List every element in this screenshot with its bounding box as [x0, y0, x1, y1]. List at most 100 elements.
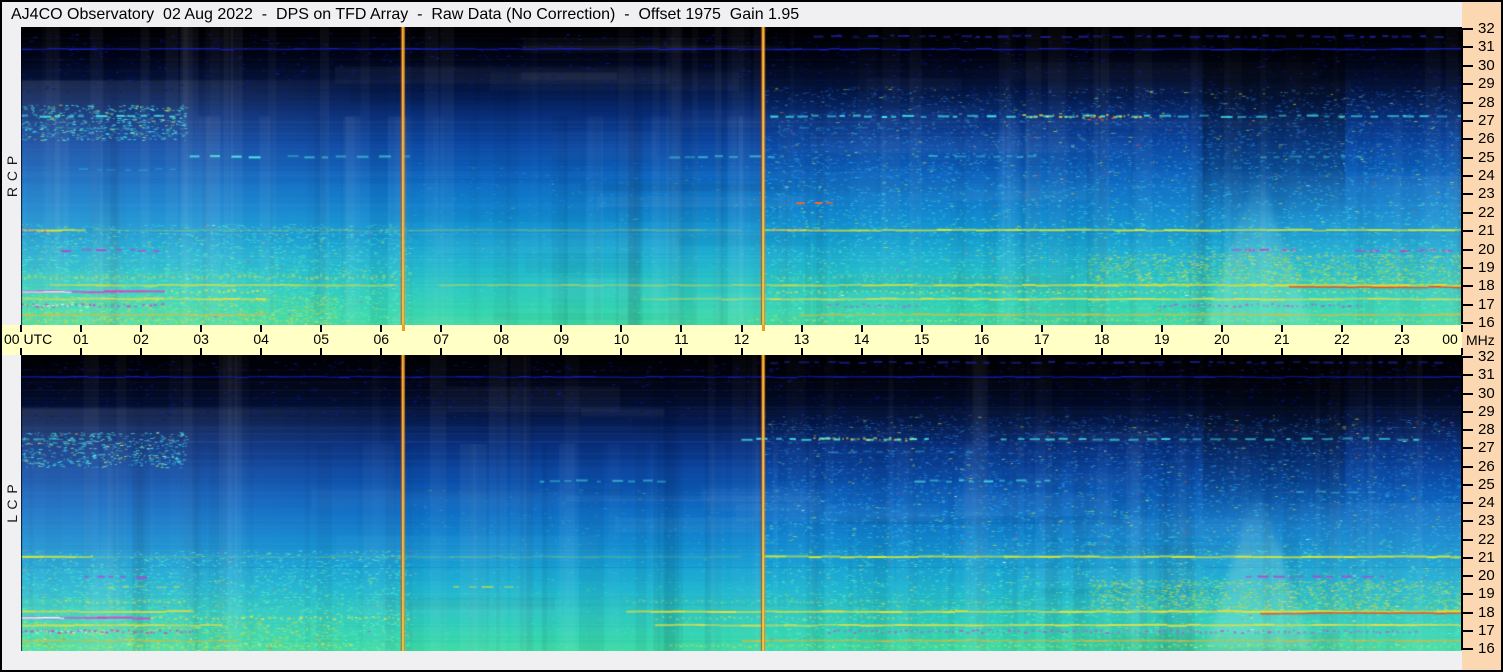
- lcp-panel-label: L C P: [4, 483, 20, 523]
- freq-tick: [1461, 322, 1473, 324]
- app-window: AJ4CO Observatory 02 Aug 2022 - DPS on T…: [0, 0, 1503, 672]
- time-tick-bottom: [860, 348, 863, 355]
- time-tick-label: 11: [674, 331, 689, 347]
- time-tick-bottom: [380, 348, 383, 355]
- rcp-spectrogram-canvas: [21, 27, 1462, 325]
- time-tick-label: 19: [1153, 331, 1170, 347]
- freq-tick: [1461, 538, 1473, 541]
- time-tick-label: 10: [613, 331, 630, 347]
- freq-tick: [1461, 211, 1473, 214]
- freq-tick-label: 30: [1478, 56, 1495, 74]
- freq-tick: [1461, 230, 1473, 233]
- time-tick-label: 00 UTC: [4, 331, 53, 347]
- time-tick-label: 08: [493, 331, 510, 347]
- time-tick-label: 13: [793, 331, 810, 347]
- time-tick-label: 16: [973, 331, 990, 347]
- time-tick-bottom: [1100, 348, 1103, 355]
- freq-tick: [1461, 119, 1473, 122]
- time-tick-label: 06: [373, 331, 390, 347]
- time-tick-bottom: [800, 348, 803, 355]
- freq-tick: [1461, 483, 1473, 486]
- freq-tick: [1461, 447, 1473, 450]
- freq-tick-label: 31: [1478, 38, 1495, 56]
- time-tick-bottom: [1160, 348, 1163, 355]
- freq-tick-label: 20: [1478, 567, 1495, 584]
- freq-tick: [1461, 193, 1473, 196]
- time-tick-bottom: [1040, 348, 1043, 355]
- time-tick-label: 22: [1334, 331, 1350, 347]
- freq-tick: [1461, 374, 1473, 377]
- freq-tick: [1461, 46, 1473, 49]
- event-time-mark: [401, 325, 405, 331]
- freq-tick-label: 22: [1478, 203, 1495, 221]
- time-tick-bottom: [1400, 348, 1403, 355]
- freq-tick-label: 24: [1478, 167, 1495, 184]
- freq-tick-label: 31: [1478, 366, 1495, 384]
- time-tick-label: 00: [1442, 331, 1458, 347]
- time-tick-bottom: [740, 348, 743, 355]
- time-axis-bar: [2, 325, 1462, 355]
- freq-tick-label: 25: [1478, 148, 1495, 166]
- freq-tick-label: 29: [1478, 402, 1495, 420]
- freq-tick-label: 30: [1478, 384, 1495, 402]
- time-tick-label: 09: [553, 331, 570, 347]
- freq-tick-label: 27: [1478, 111, 1495, 129]
- freq-tick: [1461, 410, 1473, 413]
- time-tick-bottom: [980, 348, 983, 355]
- freq-tick-label: 17: [1478, 295, 1495, 313]
- freq-tick-label: 32: [1478, 348, 1495, 365]
- freq-tick: [1461, 520, 1473, 523]
- freq-tick: [1461, 556, 1473, 559]
- freq-tick: [1461, 502, 1473, 504]
- freq-tick: [1461, 138, 1473, 141]
- freq-tick: [1461, 266, 1473, 269]
- freq-tick-label: 29: [1478, 75, 1495, 93]
- time-tick-label: 07: [433, 331, 450, 347]
- time-tick-bottom: [620, 348, 623, 355]
- time-tick-label: 23: [1394, 331, 1410, 347]
- freq-tick: [1461, 303, 1473, 306]
- time-tick-label: 14: [853, 331, 870, 347]
- freq-tick-label: 16: [1478, 640, 1495, 657]
- freq-tick: [1461, 611, 1473, 614]
- time-tick-bottom: [260, 348, 263, 355]
- freq-tick: [1461, 356, 1473, 358]
- time-tick-label: 18: [1093, 331, 1110, 347]
- freq-tick-label: 23: [1478, 512, 1495, 530]
- time-tick-label: 17: [1033, 331, 1050, 347]
- time-tick-label: 01: [73, 331, 89, 347]
- freq-tick: [1461, 248, 1473, 251]
- time-tick-bottom: [140, 348, 143, 355]
- freq-tick: [1461, 101, 1473, 104]
- time-tick-bottom: [680, 348, 683, 355]
- time-tick-label: 12: [733, 331, 750, 347]
- rcp-panel-label: R C P: [4, 154, 20, 198]
- freq-tick-label: 26: [1478, 457, 1495, 475]
- time-tick-bottom: [1461, 348, 1463, 355]
- time-tick-label: 20: [1214, 331, 1230, 347]
- freq-tick-label: 19: [1478, 258, 1495, 276]
- time-tick-bottom: [920, 348, 923, 355]
- freq-tick: [1461, 392, 1473, 395]
- time-tick-label: 03: [193, 331, 209, 347]
- time-tick-bottom: [1220, 348, 1223, 355]
- freq-tick: [1461, 575, 1473, 577]
- freq-tick: [1461, 28, 1473, 30]
- page-title: AJ4CO Observatory 02 Aug 2022 - DPS on T…: [2, 2, 1469, 27]
- freq-tick-label: 28: [1478, 421, 1495, 438]
- time-tick-bottom: [560, 348, 563, 355]
- time-tick-bottom: [320, 348, 323, 355]
- time-tick-label: 05: [313, 331, 329, 347]
- time-tick-bottom: [200, 348, 203, 355]
- freq-tick-label: 26: [1478, 130, 1495, 148]
- lcp-spectrogram-canvas: [21, 355, 1462, 651]
- time-tick-bottom: [1340, 348, 1343, 355]
- time-tick-label: 04: [253, 331, 269, 347]
- time-tick-bottom: [20, 348, 22, 355]
- freq-tick: [1461, 175, 1473, 177]
- time-tick-label: 21: [1274, 331, 1290, 347]
- time-tick-top: [1461, 325, 1463, 332]
- freq-tick-label: 17: [1478, 621, 1495, 639]
- freq-tick: [1461, 629, 1473, 632]
- freq-tick-label: 24: [1478, 494, 1495, 511]
